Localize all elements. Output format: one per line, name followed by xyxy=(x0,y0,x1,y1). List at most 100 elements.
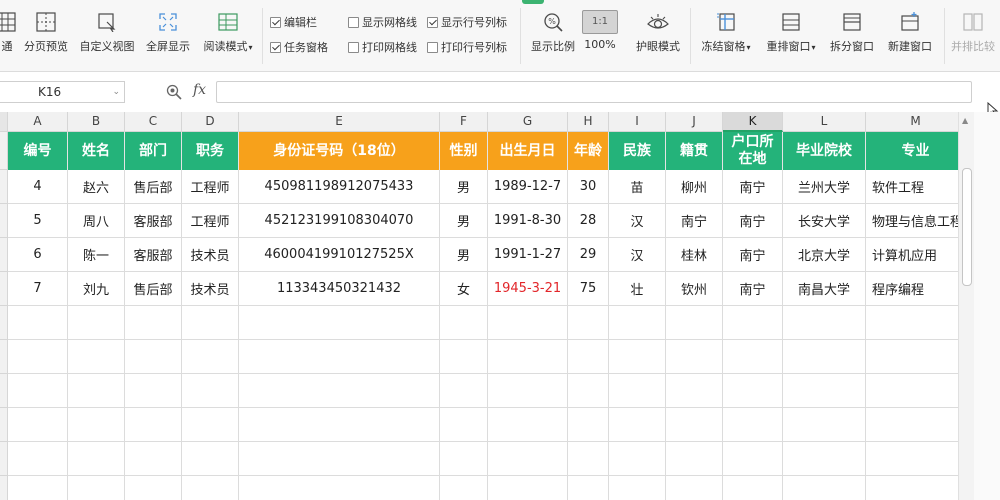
empty-cell[interactable] xyxy=(609,408,666,442)
empty-cell[interactable] xyxy=(488,476,568,500)
empty-cell[interactable] xyxy=(609,442,666,476)
table-cell[interactable]: 客服部 xyxy=(125,204,182,238)
row-header[interactable] xyxy=(0,306,8,340)
table-cell[interactable]: 5 xyxy=(8,204,68,238)
empty-cell[interactable] xyxy=(783,374,866,408)
table-cell[interactable]: 男 xyxy=(440,170,488,204)
formula-input[interactable] xyxy=(216,81,972,103)
column-header-c[interactable]: C xyxy=(125,112,182,132)
empty-cell[interactable] xyxy=(8,306,68,340)
table-cell[interactable]: 柳州 xyxy=(666,170,723,204)
fx-icon[interactable]: fx xyxy=(193,82,206,98)
empty-cell[interactable] xyxy=(440,374,488,408)
empty-cell[interactable] xyxy=(723,442,783,476)
table-cell[interactable]: 陈一 xyxy=(68,238,125,272)
row-header[interactable] xyxy=(0,374,8,408)
side-by-side-button[interactable]: 并排比较 xyxy=(946,10,1000,62)
row-header[interactable] xyxy=(0,132,8,170)
table-cell[interactable]: 30 xyxy=(568,170,609,204)
table-cell[interactable]: 南昌大学 xyxy=(783,272,866,306)
empty-cell[interactable] xyxy=(783,442,866,476)
empty-cell[interactable] xyxy=(239,340,440,374)
empty-cell[interactable] xyxy=(125,306,182,340)
checkbox-print-headings[interactable]: 打印行号列标 xyxy=(427,39,507,55)
empty-cell[interactable] xyxy=(866,340,958,374)
spreadsheet-grid[interactable]: A B C D E F G H I J K L M 编号 姓名 部门 职务 身份证号码（18位） 性别 出生月日 年龄民… xyxy=(0,112,958,500)
header-cell[interactable]: 性别 xyxy=(440,132,488,170)
empty-cell[interactable] xyxy=(723,374,783,408)
column-header-h[interactable]: H xyxy=(568,112,609,132)
header-cell[interactable]: 专业 xyxy=(866,132,958,170)
empty-cell[interactable] xyxy=(866,442,958,476)
empty-cell[interactable] xyxy=(440,306,488,340)
empty-cell[interactable] xyxy=(666,442,723,476)
empty-cell[interactable] xyxy=(239,476,440,500)
header-cell[interactable]: 姓名 xyxy=(68,132,125,170)
table-cell[interactable]: 29 xyxy=(568,238,609,272)
header-cell[interactable]: 身份证号码（18位） xyxy=(239,132,440,170)
column-header-d[interactable]: D xyxy=(182,112,239,132)
table-cell[interactable]: 长安大学 xyxy=(783,204,866,238)
header-cell[interactable]: 职务 xyxy=(182,132,239,170)
empty-cell[interactable] xyxy=(568,408,609,442)
header-cell[interactable]: 户口所在地 xyxy=(723,132,783,170)
empty-cell[interactable] xyxy=(182,442,239,476)
table-cell[interactable]: 南宁 xyxy=(723,238,783,272)
table-cell[interactable]: 女 xyxy=(440,272,488,306)
table-cell[interactable]: 1945-3-21 xyxy=(488,272,568,306)
table-cell[interactable]: 4 xyxy=(8,170,68,204)
empty-cell[interactable] xyxy=(440,408,488,442)
header-cell[interactable]: 部门 xyxy=(125,132,182,170)
fullscreen-button[interactable]: 全屏显示 xyxy=(140,10,196,62)
empty-cell[interactable] xyxy=(488,408,568,442)
empty-cell[interactable] xyxy=(568,442,609,476)
table-cell[interactable]: 男 xyxy=(440,204,488,238)
table-cell[interactable]: 1991-8-30 xyxy=(488,204,568,238)
name-box[interactable]: K16 ⌄ xyxy=(0,81,125,103)
table-cell[interactable]: 钦州 xyxy=(666,272,723,306)
empty-cell[interactable] xyxy=(609,476,666,500)
zoom-icon[interactable] xyxy=(166,84,182,100)
checkbox-print-gridlines[interactable]: 打印网格线 xyxy=(348,39,417,55)
empty-cell[interactable] xyxy=(568,374,609,408)
column-header-b[interactable]: B xyxy=(68,112,125,132)
table-cell[interactable]: 南宁 xyxy=(723,204,783,238)
table-cell[interactable]: 售后部 xyxy=(125,170,182,204)
empty-cell[interactable] xyxy=(125,374,182,408)
empty-cell[interactable] xyxy=(866,374,958,408)
column-header-l[interactable]: L xyxy=(783,112,866,132)
table-cell[interactable]: 北京大学 xyxy=(783,238,866,272)
empty-cell[interactable] xyxy=(68,408,125,442)
empty-cell[interactable] xyxy=(8,476,68,500)
empty-cell[interactable] xyxy=(239,442,440,476)
vertical-scrollbar[interactable]: ▲ xyxy=(958,112,974,500)
empty-cell[interactable] xyxy=(783,476,866,500)
row-header[interactable] xyxy=(0,170,8,204)
table-cell[interactable]: 75 xyxy=(568,272,609,306)
page-break-preview-button[interactable]: 分页预览 xyxy=(18,10,74,62)
header-cell[interactable]: 编号 xyxy=(8,132,68,170)
column-header-e[interactable]: E xyxy=(239,112,440,132)
empty-cell[interactable] xyxy=(609,306,666,340)
table-cell[interactable]: 南宁 xyxy=(723,272,783,306)
empty-cell[interactable] xyxy=(488,340,568,374)
row-header[interactable] xyxy=(0,204,8,238)
reading-mode-button[interactable]: 阅读模式 xyxy=(198,10,258,62)
empty-cell[interactable] xyxy=(568,476,609,500)
table-cell[interactable]: 汉 xyxy=(609,204,666,238)
empty-cell[interactable] xyxy=(8,442,68,476)
empty-cell[interactable] xyxy=(666,340,723,374)
checkbox-formula-bar[interactable]: 编辑栏 xyxy=(270,14,317,30)
empty-cell[interactable] xyxy=(723,476,783,500)
table-cell[interactable]: 技术员 xyxy=(182,238,239,272)
column-header-g[interactable]: G xyxy=(488,112,568,132)
table-cell[interactable]: 工程师 xyxy=(182,204,239,238)
table-cell[interactable]: 计算机应用 xyxy=(866,238,958,272)
table-cell[interactable]: 刘九 xyxy=(68,272,125,306)
empty-cell[interactable] xyxy=(488,442,568,476)
empty-cell[interactable] xyxy=(723,306,783,340)
table-cell[interactable]: 28 xyxy=(568,204,609,238)
column-header-j[interactable]: J xyxy=(666,112,723,132)
table-cell[interactable]: 6 xyxy=(8,238,68,272)
row-header[interactable] xyxy=(0,476,8,500)
